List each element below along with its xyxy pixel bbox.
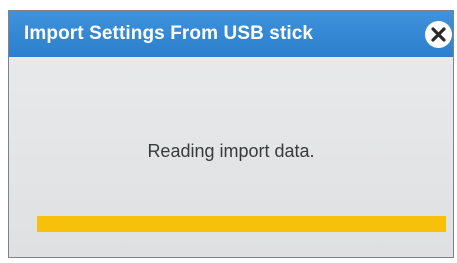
status-message: Reading import data. <box>147 141 315 161</box>
dialog-title: Import Settings From USB stick <box>24 23 314 44</box>
progress-bar-fill <box>37 216 446 232</box>
dialog-body: Reading import data. <box>9 57 453 257</box>
import-settings-dialog: Import Settings From USB stick Reading i… <box>8 10 454 258</box>
dialog-titlebar: Import Settings From USB stick <box>9 11 453 57</box>
close-icon <box>431 27 446 42</box>
close-button[interactable] <box>425 21 452 48</box>
progress-bar <box>37 216 446 232</box>
